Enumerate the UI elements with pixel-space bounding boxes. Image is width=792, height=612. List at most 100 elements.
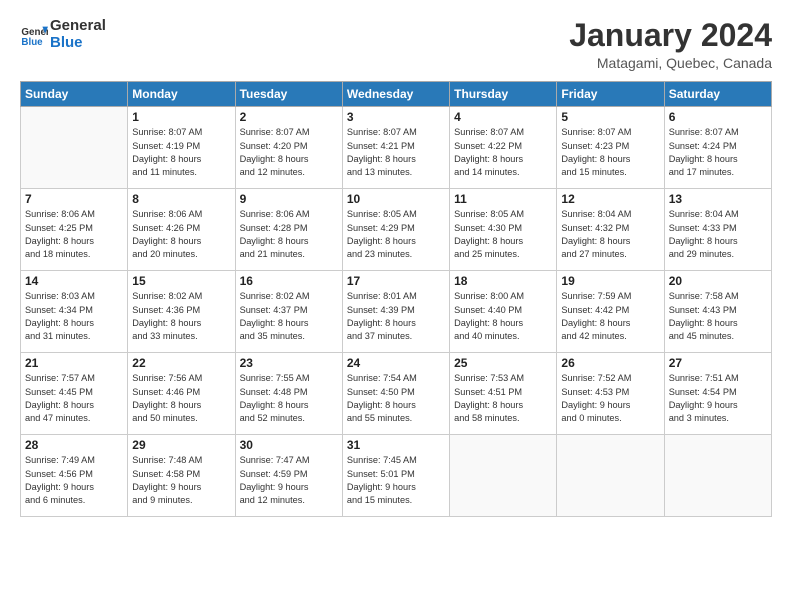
col-saturday: Saturday (664, 82, 771, 107)
day-number: 16 (240, 274, 338, 288)
day-info: Sunrise: 8:03 AMSunset: 4:34 PMDaylight:… (25, 290, 123, 343)
day-number: 25 (454, 356, 552, 370)
table-row: 6 Sunrise: 8:07 AMSunset: 4:24 PMDaylight… (664, 107, 771, 189)
calendar-table: Sunday Monday Tuesday Wednesday Thursday… (20, 81, 772, 517)
table-row: 20 Sunrise: 7:58 AMSunset: 4:43 PMDayligh… (664, 271, 771, 353)
table-row: 7 Sunrise: 8:06 AMSunset: 4:25 PMDaylight… (21, 189, 128, 271)
day-number: 5 (561, 110, 659, 124)
day-info: Sunrise: 8:05 AMSunset: 4:29 PMDaylight:… (347, 208, 445, 261)
day-number: 1 (132, 110, 230, 124)
day-number: 6 (669, 110, 767, 124)
col-tuesday: Tuesday (235, 82, 342, 107)
day-number: 17 (347, 274, 445, 288)
day-info: Sunrise: 8:06 AMSunset: 4:28 PMDaylight:… (240, 208, 338, 261)
day-number: 4 (454, 110, 552, 124)
day-info: Sunrise: 8:02 AMSunset: 4:37 PMDaylight:… (240, 290, 338, 343)
svg-text:Blue: Blue (21, 36, 43, 47)
col-sunday: Sunday (21, 82, 128, 107)
table-row: 15 Sunrise: 8:02 AMSunset: 4:36 PMDayligh… (128, 271, 235, 353)
table-row: 5 Sunrise: 8:07 AMSunset: 4:23 PMDaylight… (557, 107, 664, 189)
day-number: 11 (454, 192, 552, 206)
table-row (557, 435, 664, 517)
day-number: 26 (561, 356, 659, 370)
day-info: Sunrise: 8:07 AMSunset: 4:23 PMDaylight:… (561, 126, 659, 179)
table-row: 16 Sunrise: 8:02 AMSunset: 4:37 PMDayligh… (235, 271, 342, 353)
day-number: 10 (347, 192, 445, 206)
day-info: Sunrise: 7:55 AMSunset: 4:48 PMDaylight:… (240, 372, 338, 425)
day-info: Sunrise: 7:54 AMSunset: 4:50 PMDaylight:… (347, 372, 445, 425)
table-row: 4Sunrise: 8:07 AMSunset: 4:22 PMDaylight… (450, 107, 557, 189)
table-row: 9 Sunrise: 8:06 AMSunset: 4:28 PMDaylight… (235, 189, 342, 271)
day-info: Sunrise: 8:04 AMSunset: 4:32 PMDaylight:… (561, 208, 659, 261)
day-number: 13 (669, 192, 767, 206)
day-number: 21 (25, 356, 123, 370)
table-row: 1 Sunrise: 8:07 AMSunset: 4:19 PMDaylight… (128, 107, 235, 189)
table-row: 17 Sunrise: 8:01 AMSunset: 4:39 PMDayligh… (342, 271, 449, 353)
day-number: 14 (25, 274, 123, 288)
day-info: Sunrise: 8:04 AMSunset: 4:33 PMDaylight:… (669, 208, 767, 261)
table-row: 21 Sunrise: 7:57 AMSunset: 4:45 PMDayligh… (21, 353, 128, 435)
table-row: 29 Sunrise: 7:48 AMSunset: 4:58 PMDayligh… (128, 435, 235, 517)
day-info: Sunrise: 8:07 AMSunset: 4:21 PMDaylight:… (347, 126, 445, 179)
table-row: 19Sunrise: 7:59 AMSunset: 4:42 PMDayligh… (557, 271, 664, 353)
table-row: 18 Sunrise: 8:00 AMSunset: 4:40 PMDayligh… (450, 271, 557, 353)
table-row: 31Sunrise: 7:45 AMSunset: 5:01 PMDayligh… (342, 435, 449, 517)
title-block: January 2024 Matagami, Quebec, Canada (569, 18, 772, 71)
location: Matagami, Quebec, Canada (569, 55, 772, 71)
col-monday: Monday (128, 82, 235, 107)
logo: General Blue General Blue (20, 18, 106, 51)
table-row: 8 Sunrise: 8:06 AMSunset: 4:26 PMDaylight… (128, 189, 235, 271)
day-info: Sunrise: 8:06 AMSunset: 4:25 PMDaylight:… (25, 208, 123, 261)
day-number: 29 (132, 438, 230, 452)
table-row: 10 Sunrise: 8:05 AMSunset: 4:29 PMDayligh… (342, 189, 449, 271)
day-info: Sunrise: 8:05 AMSunset: 4:30 PMDaylight:… (454, 208, 552, 261)
day-info: Sunrise: 8:07 AMSunset: 4:20 PMDaylight:… (240, 126, 338, 179)
day-info: Sunrise: 7:45 AMSunset: 5:01 PMDaylight:… (347, 454, 445, 507)
table-row: 2 Sunrise: 8:07 AMSunset: 4:20 PMDaylight… (235, 107, 342, 189)
day-info: Sunrise: 7:53 AMSunset: 4:51 PMDaylight:… (454, 372, 552, 425)
day-info: Sunrise: 7:48 AMSunset: 4:58 PMDaylight:… (132, 454, 230, 507)
day-number: 22 (132, 356, 230, 370)
day-info: Sunrise: 8:06 AMSunset: 4:26 PMDaylight:… (132, 208, 230, 261)
day-number: 8 (132, 192, 230, 206)
table-row: 13 Sunrise: 8:04 AMSunset: 4:33 PMDayligh… (664, 189, 771, 271)
table-row (664, 435, 771, 517)
calendar-header-row: Sunday Monday Tuesday Wednesday Thursday… (21, 82, 772, 107)
day-info: Sunrise: 7:57 AMSunset: 4:45 PMDaylight:… (25, 372, 123, 425)
day-number: 3 (347, 110, 445, 124)
day-number: 18 (454, 274, 552, 288)
table-row: 27 Sunrise: 7:51 AMSunset: 4:54 PMDayligh… (664, 353, 771, 435)
day-info: Sunrise: 8:07 AMSunset: 4:19 PMDaylight:… (132, 126, 230, 179)
col-thursday: Thursday (450, 82, 557, 107)
day-info: Sunrise: 8:01 AMSunset: 4:39 PMDaylight:… (347, 290, 445, 343)
day-info: Sunrise: 7:49 AMSunset: 4:56 PMDaylight:… (25, 454, 123, 507)
day-number: 7 (25, 192, 123, 206)
logo-line1: General (50, 18, 106, 35)
day-number: 9 (240, 192, 338, 206)
day-number: 30 (240, 438, 338, 452)
day-number: 27 (669, 356, 767, 370)
table-row: 24 Sunrise: 7:54 AMSunset: 4:50 PMDayligh… (342, 353, 449, 435)
day-info: Sunrise: 8:00 AMSunset: 4:40 PMDaylight:… (454, 290, 552, 343)
day-number: 19 (561, 274, 659, 288)
table-row: 12Sunrise: 8:04 AMSunset: 4:32 PMDayligh… (557, 189, 664, 271)
day-info: Sunrise: 7:56 AMSunset: 4:46 PMDaylight:… (132, 372, 230, 425)
day-info: Sunrise: 7:51 AMSunset: 4:54 PMDaylight:… (669, 372, 767, 425)
day-number: 20 (669, 274, 767, 288)
page-header: General Blue General Blue January 2024 M… (20, 18, 772, 71)
day-number: 2 (240, 110, 338, 124)
logo-icon: General Blue (20, 21, 48, 49)
col-wednesday: Wednesday (342, 82, 449, 107)
table-row: 14 Sunrise: 8:03 AMSunset: 4:34 PMDayligh… (21, 271, 128, 353)
month-title: January 2024 (569, 18, 772, 53)
day-info: Sunrise: 7:52 AMSunset: 4:53 PMDaylight:… (561, 372, 659, 425)
day-number: 24 (347, 356, 445, 370)
table-row: 11 Sunrise: 8:05 AMSunset: 4:30 PMDayligh… (450, 189, 557, 271)
day-info: Sunrise: 8:07 AMSunset: 4:24 PMDaylight:… (669, 126, 767, 179)
table-row (21, 107, 128, 189)
day-info: Sunrise: 7:58 AMSunset: 4:43 PMDaylight:… (669, 290, 767, 343)
col-friday: Friday (557, 82, 664, 107)
day-number: 15 (132, 274, 230, 288)
table-row: 26 Sunrise: 7:52 AMSunset: 4:53 PMDayligh… (557, 353, 664, 435)
day-info: Sunrise: 8:02 AMSunset: 4:36 PMDaylight:… (132, 290, 230, 343)
